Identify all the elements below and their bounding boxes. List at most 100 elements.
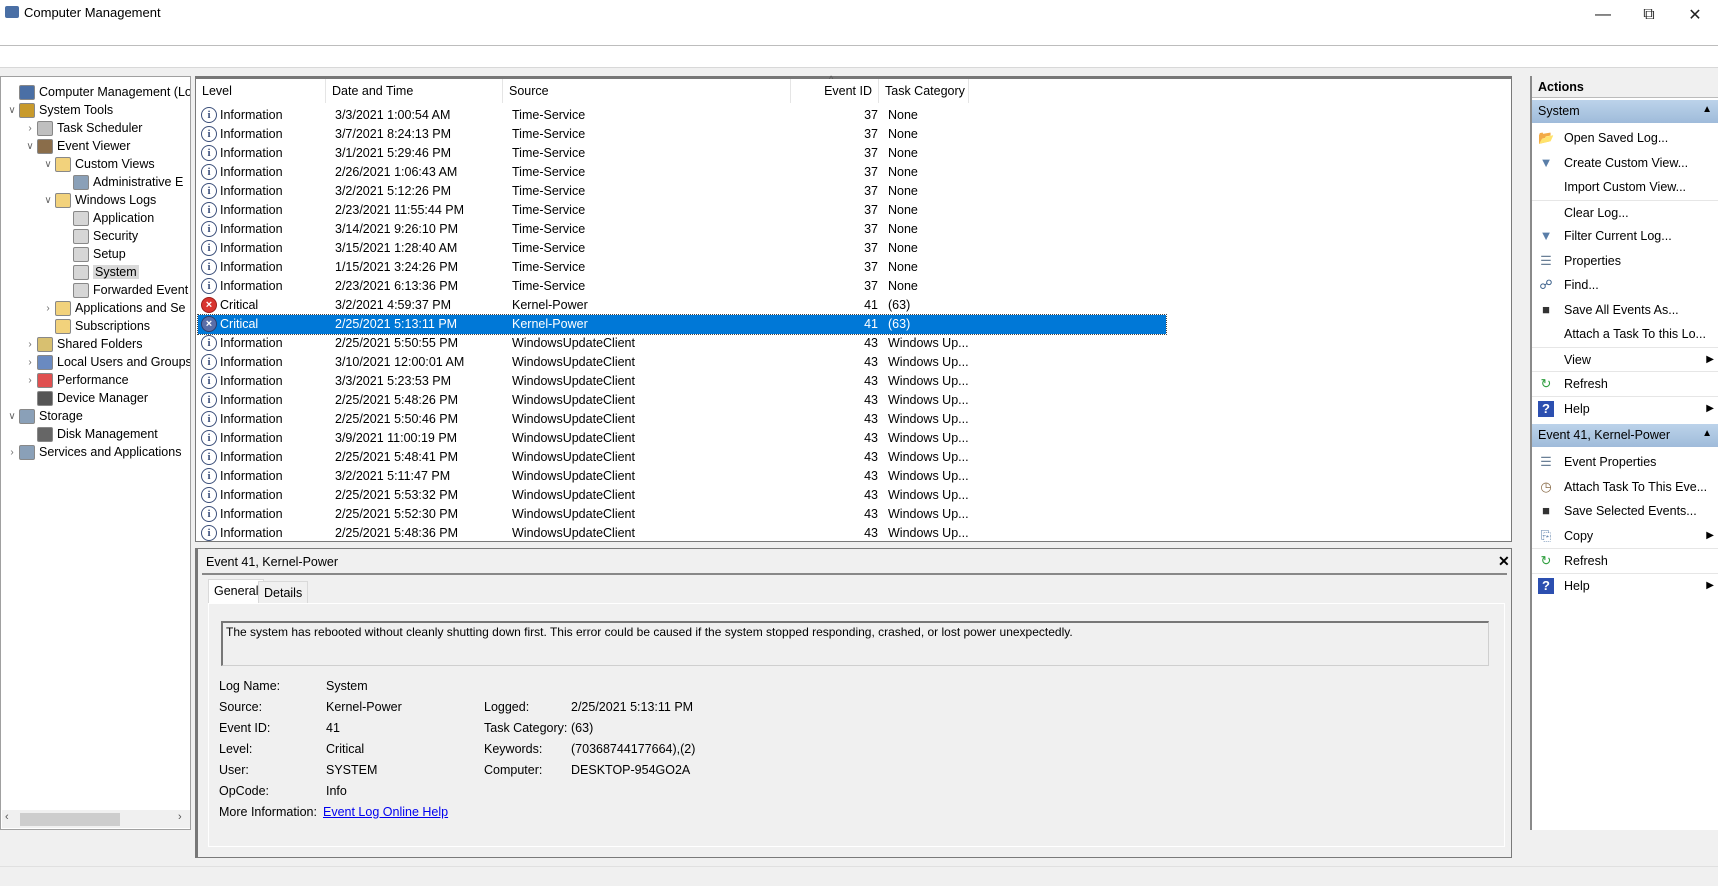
action-save-selected-events[interactable]: ■ Save Selected Events... — [1532, 499, 1718, 523]
action-properties[interactable]: ☰ Properties — [1532, 249, 1718, 273]
tree-node[interactable]: Security — [59, 227, 138, 245]
tree-node[interactable]: Computer Management (Local — [5, 83, 190, 101]
table-row[interactable]: i Information 3/7/2021 8:24:13 PM Time-Serv… — [198, 125, 1166, 144]
table-row[interactable]: i Information 2/25/2021 5:52:30 PM WindowsU… — [198, 505, 1166, 524]
table-row[interactable]: i Information 3/2/2021 5:11:47 PM WindowsUp… — [198, 467, 1166, 486]
chevron-right-icon[interactable]: › — [23, 123, 37, 134]
tree-node[interactable]: ∨ System Tools — [5, 101, 113, 119]
date-time-cell: 2/25/2021 5:52:30 PM — [335, 507, 459, 521]
column-header-task-category[interactable]: Task Category — [879, 79, 969, 103]
action-help[interactable]: ? Help ▶ — [1532, 395, 1718, 420]
tree-node[interactable]: Device Manager — [23, 389, 148, 407]
table-row[interactable]: i Information 2/25/2021 5:48:41 PM WindowsU… — [198, 448, 1166, 467]
action-event-properties[interactable]: ☰ Event Properties — [1532, 450, 1718, 474]
action-help[interactable]: ? Help ▶ — [1532, 572, 1718, 597]
table-row[interactable]: × Critical 3/2/2021 4:59:37 PM Kernel-Power… — [198, 296, 1166, 315]
table-row[interactable]: i Information 3/10/2021 12:00:01 AM Windows… — [198, 353, 1166, 372]
tree-node[interactable]: › Task Scheduler — [23, 119, 142, 137]
table-row[interactable]: i Information 2/23/2021 6:13:36 PM Time-Ser… — [198, 277, 1166, 296]
action-filter-current-log[interactable]: ▼ Filter Current Log... — [1532, 224, 1718, 248]
close-button[interactable]: ✕ — [1672, 0, 1718, 30]
chevron-right-icon[interactable]: › — [23, 375, 37, 386]
action-import-custom-view[interactable]: Import Custom View... — [1532, 175, 1718, 199]
table-row[interactable]: i Information 3/1/2021 5:29:46 PM Time-Serv… — [198, 144, 1166, 163]
table-row[interactable]: i Information 3/14/2021 9:26:10 PM Time-Ser… — [198, 220, 1166, 239]
table-row[interactable]: i Information 3/3/2021 5:23:53 PM WindowsUp… — [198, 372, 1166, 391]
chevron-down-icon[interactable]: ∨ — [5, 411, 19, 422]
table-row[interactable]: i Information 2/25/2021 5:48:36 PM WindowsU… — [198, 524, 1166, 543]
action-copy[interactable]: ⎘ Copy ▶ — [1532, 524, 1718, 548]
tree-node[interactable]: Administrative E — [59, 173, 183, 191]
action-attach-task-to-this-eve[interactable]: ◷ Attach Task To This Eve... — [1532, 475, 1718, 499]
action-open-saved-log[interactable]: 📂 Open Saved Log... — [1532, 126, 1718, 150]
tree-node[interactable]: ∨ Windows Logs — [41, 191, 156, 209]
system-section-header[interactable]: System ▲ — [1532, 100, 1718, 123]
tab-general[interactable]: General — [208, 579, 265, 603]
chevron-down-icon[interactable]: ∨ — [5, 105, 19, 116]
close-detail-icon[interactable]: ✕ — [1498, 553, 1510, 570]
scroll-left-icon[interactable]: ‹ — [5, 811, 9, 823]
event-log-online-help-link[interactable]: Event Log Online Help — [323, 805, 448, 819]
menu-bar — [0, 46, 1718, 68]
tree-node[interactable]: Application — [59, 209, 154, 227]
table-row[interactable]: i Information 2/25/2021 5:50:55 PM WindowsU… — [198, 334, 1166, 353]
level-cell: Information — [220, 146, 283, 160]
action-clear-log[interactable]: Clear Log... — [1532, 199, 1718, 224]
action-create-custom-view[interactable]: ▼ Create Custom View... — [1532, 151, 1718, 175]
restore-button[interactable]: ⧉ — [1626, 0, 1672, 30]
tree-node[interactable]: ∨ Storage — [5, 407, 83, 425]
tree-node[interactable]: › Performance — [23, 371, 129, 389]
chevron-right-icon[interactable]: › — [5, 447, 19, 458]
tree-node[interactable]: Subscriptions — [41, 317, 150, 335]
action-view[interactable]: View ▶ — [1532, 346, 1718, 371]
table-row[interactable]: i Information 2/23/2021 11:55:44 PM Time-Se… — [198, 201, 1166, 220]
table-row[interactable]: i Information 2/25/2021 5:53:32 PM WindowsU… — [198, 486, 1166, 505]
chevron-right-icon[interactable]: › — [23, 339, 37, 350]
tree-node[interactable]: › Services and Applications — [5, 443, 181, 461]
table-row[interactable]: i Information 2/25/2021 5:48:26 PM WindowsU… — [198, 391, 1166, 410]
tree-node[interactable]: Setup — [59, 245, 126, 263]
tree-node[interactable]: ∨ Custom Views — [41, 155, 155, 173]
table-row[interactable]: i Information 3/2/2021 5:12:26 PM Time-Serv… — [198, 182, 1166, 201]
tree-node[interactable]: Forwarded Event — [59, 281, 188, 299]
scroll-right-icon[interactable]: › — [178, 811, 182, 823]
date-time-cell: 2/23/2021 6:13:36 PM — [335, 279, 459, 293]
action-find[interactable]: ☍ Find... — [1532, 273, 1718, 297]
action-attach-a-task-to-this-lo[interactable]: Attach a Task To this Lo... — [1532, 322, 1718, 346]
tree-node[interactable]: › Local Users and Groups — [23, 353, 190, 371]
collapse-triangle-icon[interactable]: ▲ — [1702, 104, 1712, 115]
column-header-source[interactable]: Source — [503, 79, 791, 103]
table-row[interactable]: i Information 2/25/2021 5:50:46 PM WindowsU… — [198, 410, 1166, 429]
table-row[interactable]: i Information 3/15/2021 1:28:40 AM Time-Ser… — [198, 239, 1166, 258]
minimize-button[interactable]: — — [1580, 0, 1626, 30]
tree-node[interactable]: ∨ Event Viewer — [23, 137, 130, 155]
event-message[interactable]: The system has rebooted without cleanly … — [221, 621, 1489, 666]
tree-node[interactable]: › Applications and Se — [41, 299, 186, 317]
column-header-date-time[interactable]: Date and Time — [326, 79, 503, 103]
chevron-down-icon[interactable]: ∨ — [41, 159, 55, 170]
table-row[interactable]: i Information 3/3/2021 1:00:54 AM Time-Serv… — [198, 106, 1166, 125]
action-save-all-events-as[interactable]: ■ Save All Events As... — [1532, 298, 1718, 322]
horizontal-scrollbar[interactable]: ‹ › — [2, 810, 190, 828]
action-refresh[interactable]: ↻ Refresh — [1532, 548, 1718, 572]
tab-details[interactable]: Details — [258, 581, 309, 603]
information-icon: i — [201, 506, 217, 522]
column-header-event-id[interactable]: Event ID — [791, 79, 879, 103]
column-header-level[interactable]: Level — [196, 79, 326, 103]
table-row[interactable]: i Information 1/15/2021 3:24:26 PM Time-Ser… — [198, 258, 1166, 277]
event-id-cell: 43 — [864, 336, 878, 350]
chevron-down-icon[interactable]: ∨ — [41, 195, 55, 206]
chevron-down-icon[interactable]: ∨ — [23, 141, 37, 152]
table-row[interactable]: i Information 3/9/2021 11:00:19 PM WindowsU… — [198, 429, 1166, 448]
collapse-triangle-icon[interactable]: ▲ — [1702, 428, 1712, 439]
tree-node[interactable]: Disk Management — [23, 425, 158, 443]
chevron-right-icon[interactable]: › — [23, 357, 37, 368]
table-row[interactable]: i Information 2/26/2021 1:06:43 AM Time-Ser… — [198, 163, 1166, 182]
table-row[interactable]: × Critical 2/25/2021 5:13:11 PM Kernel-Powe… — [197, 314, 1167, 335]
chevron-right-icon[interactable]: › — [41, 303, 55, 314]
action-refresh[interactable]: ↻ Refresh — [1532, 371, 1718, 395]
tree-node[interactable]: System — [59, 263, 139, 281]
tree-node[interactable]: › Shared Folders — [23, 335, 142, 353]
scrollbar-thumb[interactable] — [20, 813, 120, 826]
event-section-header[interactable]: Event 41, Kernel-Power ▲ — [1532, 424, 1718, 447]
